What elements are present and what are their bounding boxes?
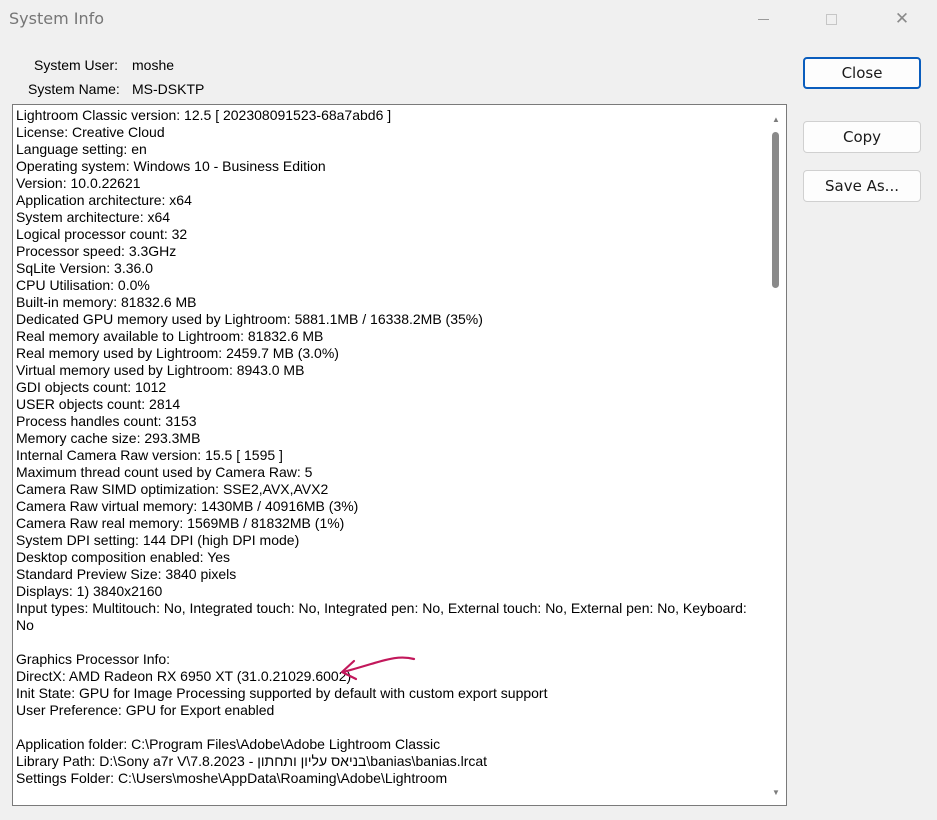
log-line: Application folder: C:\Program Files\Ado… [16,736,441,752]
log-line: Process handles count: 3153 [16,413,197,429]
log-line: Init State: GPU for Image Processing sup… [16,685,548,701]
log-line: Built-in memory: 81832.6 MB [16,294,197,310]
close-icon: ✕ [894,9,910,29]
log-line: Library Path: D:\Sony a7r V\7.8.2023 - ב… [16,753,488,769]
log-line: Internal Camera Raw version: 15.5 [ 1595… [16,447,283,463]
log-line: Standard Preview Size: 3840 pixels [16,566,237,582]
log-line: Application architecture: x64 [16,192,192,208]
log-line: Processor speed: 3.3GHz [16,243,177,259]
save-as-button[interactable]: Save As... [803,170,921,202]
system-user-label: System User: [33,57,118,73]
log-line: Lightroom Classic version: 12.5 [ 202308… [16,107,392,123]
system-info-text[interactable]: Lightroom Classic version: 12.5 [ 202308… [12,104,787,806]
log-line: System architecture: x64 [16,209,171,225]
system-name-label: System Name: [28,81,120,97]
title-bar: System Info ✕ [0,0,937,38]
minimize-button[interactable] [740,0,786,38]
log-line: Desktop composition enabled: Yes [16,549,231,565]
log-line: Operating system: Windows 10 - Business … [16,158,326,174]
log-line: Input types: Multitouch: No, Integrated … [16,600,747,616]
log-line: Camera Raw virtual memory: 1430MB / 4091… [16,498,359,514]
log-line: Real memory available to Lightroom: 8183… [16,328,324,344]
log-line: Camera Raw real memory: 1569MB / 81832MB… [16,515,345,531]
log-line: Real memory used by Lightroom: 2459.7 MB… [16,345,339,361]
scroll-down-icon[interactable]: ▼ [766,782,786,802]
scroll-up-icon[interactable]: ▲ [766,109,786,129]
copy-button[interactable]: Copy [803,121,921,153]
system-user-value: moshe [132,57,175,73]
log-line: Displays: 1) 3840x2160 [16,583,163,599]
log-line: Version: 10.0.22621 [16,175,141,191]
maximize-button [808,0,854,38]
maximize-icon [825,13,837,25]
log-line: User Preference: GPU for Export enabled [16,702,275,718]
close-window-button[interactable]: ✕ [879,0,925,38]
log-line: Dedicated GPU memory used by Lightroom: … [16,311,483,327]
log-line: USER objects count: 2814 [16,396,181,412]
minimize-icon [757,18,769,20]
log-line: Language setting: en [16,141,147,157]
log-line: Virtual memory used by Lightroom: 8943.0… [16,362,305,378]
arrow-annotation-icon [340,656,416,681]
log-line: Camera Raw SIMD optimization: SSE2,AVX,A… [16,481,329,497]
log-line: GDI objects count: 1012 [16,379,167,395]
log-line: CPU Utilisation: 0.0% [16,277,150,293]
log-lines: Lightroom Classic version: 12.5 [ 202308… [16,107,764,787]
log-line: System DPI setting: 144 DPI (high DPI mo… [16,532,300,548]
log-line: Logical processor count: 32 [16,226,188,242]
log-line: SqLite Version: 3.36.0 [16,260,153,276]
log-line: Memory cache size: 293.3MB [16,430,201,446]
log-line: No [16,617,34,633]
close-button[interactable]: Close [803,57,921,89]
log-line: Settings Folder: C:\Users\moshe\AppData\… [16,770,448,786]
log-line: Maximum thread count used by Camera Raw:… [16,464,313,480]
vertical-scrollbar[interactable]: ▲ ▼ [766,105,786,805]
system-name-value: MS-DSKTP [132,81,205,97]
window-title: System Info [9,9,105,28]
scrollbar-thumb[interactable] [772,132,779,288]
log-line: License: Creative Cloud [16,124,165,140]
